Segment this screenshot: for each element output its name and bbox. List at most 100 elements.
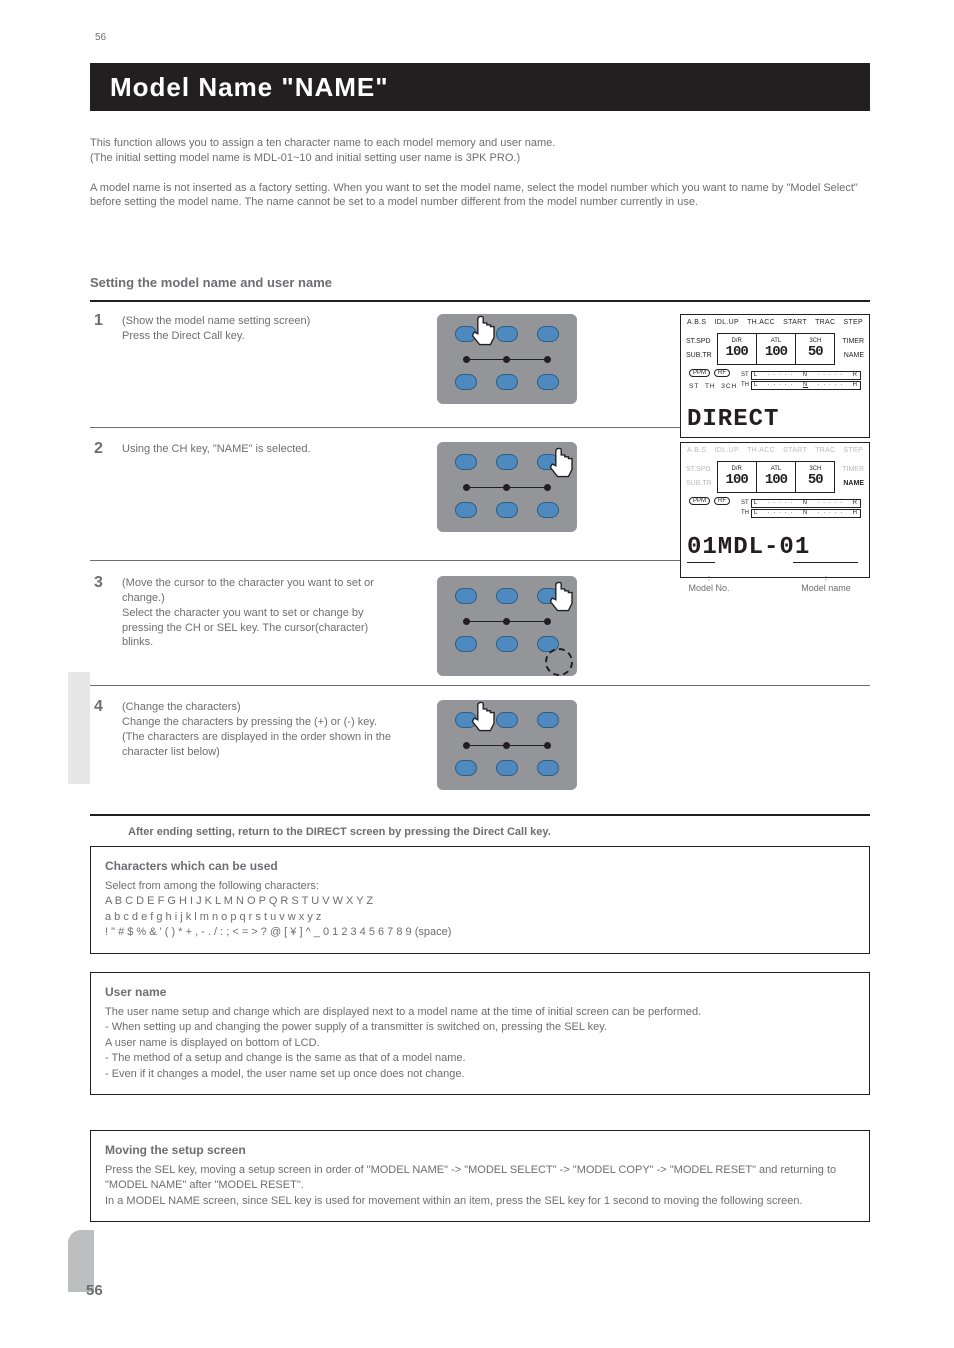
lcd-top-label: START bbox=[783, 447, 807, 454]
lcd-cell-value: 100 bbox=[726, 344, 748, 360]
lcd-left-label: SUB.TR bbox=[686, 477, 712, 491]
side-tab-light bbox=[68, 672, 90, 784]
lcd-rf-badge: RF bbox=[714, 497, 730, 505]
step-3-line-b: Select the character you want to set or … bbox=[122, 606, 402, 651]
characters-box: Characters which can be used Select from… bbox=[90, 846, 870, 954]
step-number: 1 bbox=[90, 306, 122, 438]
lcd-bar-label: TH bbox=[741, 380, 749, 390]
lcd-bar-label: ST bbox=[741, 498, 749, 508]
keypad-diagram bbox=[402, 434, 612, 578]
hand-pointer-icon bbox=[467, 698, 503, 738]
lcd-cell-value: 100 bbox=[765, 472, 787, 488]
step-number: 3 bbox=[90, 568, 122, 676]
lcd-top-label: IDL.UP bbox=[715, 447, 739, 454]
lcd-top-label: TRAC bbox=[815, 319, 835, 326]
lcd-rf-badge: RF bbox=[714, 369, 730, 377]
lcd-bar-label: TH bbox=[741, 508, 749, 518]
dashed-highlight-icon bbox=[545, 648, 573, 676]
intro-text: This function allows you to assign a ten… bbox=[90, 136, 870, 210]
intro-p2: (The initial setting model name is MDL-0… bbox=[90, 151, 870, 166]
return-instruction: After ending setting, return to the DIRE… bbox=[128, 826, 551, 838]
lcd-top-label: STEP bbox=[844, 447, 863, 454]
lcd-top-label: TRAC bbox=[815, 447, 835, 454]
step-3-line-a: (Move the cursor to the character you wa… bbox=[122, 576, 402, 606]
lcd-bottom-text: 01MDL-01 bbox=[687, 534, 863, 561]
lcd-top-label: START bbox=[783, 319, 807, 326]
keypad-diagram bbox=[402, 306, 612, 438]
lcd-right-label: NAME bbox=[842, 349, 864, 363]
step-number: 4 bbox=[90, 692, 122, 790]
step-text: Using the CH key, "NAME" is selected. bbox=[122, 434, 402, 578]
lcd-screen-1: A.B.S IDL.UP TH.ACC START TRAC STEP ST.S… bbox=[680, 314, 870, 438]
lcd-bar-l: L bbox=[754, 508, 758, 518]
divider bbox=[90, 814, 870, 816]
lcd-bar-l: L bbox=[754, 370, 758, 380]
lcd-top-label: IDL.UP bbox=[715, 319, 739, 326]
header-title: Model Name "NAME" bbox=[110, 72, 389, 103]
step-1-row: 1 (Show the model name setting screen) P… bbox=[90, 306, 870, 438]
steps-header: Setting the model name and user name bbox=[90, 275, 870, 290]
lcd-ppm-badge: PPM bbox=[689, 369, 710, 377]
box3-title: Moving the setup screen bbox=[105, 1143, 855, 1157]
lcd-bar-l: L bbox=[754, 380, 758, 390]
step-3-row: 3 (Move the cursor to the character you … bbox=[90, 568, 870, 676]
step-text: (Move the cursor to the character you wa… bbox=[122, 568, 402, 676]
divider bbox=[90, 685, 870, 686]
lcd-right-label: TIMER bbox=[842, 335, 864, 349]
step-1-line-b: Press the Direct Call key. bbox=[122, 329, 402, 344]
hand-pointer-icon bbox=[467, 312, 503, 352]
user-name-box: User name The user name setup and change… bbox=[90, 972, 870, 1095]
hand-pointer-icon bbox=[545, 578, 581, 618]
lcd-bar-n: N bbox=[803, 380, 808, 390]
step-text: (Change the characters) Change the chara… bbox=[122, 692, 402, 790]
lcd-th-label: TH bbox=[705, 383, 716, 390]
header-bar: Model Name "NAME" bbox=[90, 63, 870, 111]
lcd-3ch-label: 3CH bbox=[721, 383, 737, 390]
step-4-line-a: (Change the characters) bbox=[122, 700, 402, 715]
keypad-diagram bbox=[402, 692, 612, 790]
keypad-diagram bbox=[402, 568, 612, 676]
lcd-cell-value: 100 bbox=[726, 472, 748, 488]
intro-p3: A model name is not inserted as a factor… bbox=[90, 181, 870, 211]
page-number-top: 56 bbox=[95, 32, 106, 43]
lcd-right-label: TIMER bbox=[842, 463, 864, 477]
lcd-left-label: SUB.TR bbox=[686, 349, 712, 363]
page-number-footer: 56 bbox=[86, 1282, 103, 1299]
step-4-row: 4 (Change the characters) Change the cha… bbox=[90, 692, 870, 790]
step-4-line-b: Change the characters by pressing the (+… bbox=[122, 715, 402, 730]
step-2-row: 2 Using the CH key, "NAME" is selected. … bbox=[90, 434, 870, 578]
step-text: (Show the model name setting screen) Pre… bbox=[122, 306, 402, 438]
step-2-line-a: Using the CH key, "NAME" is selected. bbox=[122, 442, 402, 457]
lcd-bar-n: N bbox=[803, 508, 808, 518]
moving-setup-box: Moving the setup screen Press the SEL ke… bbox=[90, 1130, 870, 1222]
lcd-bar-n: N bbox=[803, 498, 808, 508]
lcd-bar-r: R bbox=[853, 498, 858, 508]
intro-p1: This function allows you to assign a ten… bbox=[90, 136, 870, 151]
lcd-bar-label: ST bbox=[741, 370, 749, 380]
lcd-screen-2: A.B.S IDL.UP TH.ACC START TRAC STEP ST.S… bbox=[680, 442, 870, 578]
lcd-cell-value: 100 bbox=[765, 344, 787, 360]
lcd-cell-value: 50 bbox=[808, 344, 823, 360]
lcd-top-label: A.B.S bbox=[687, 447, 706, 454]
box3-body: Press the SEL key, moving a setup screen… bbox=[105, 1163, 855, 1209]
lcd-top-label: STEP bbox=[844, 319, 863, 326]
box1-body: Select from among the following characte… bbox=[105, 879, 855, 941]
lcd-bar-l: L bbox=[754, 498, 758, 508]
lcd-bar-n: N bbox=[803, 370, 808, 380]
box1-title: Characters which can be used bbox=[105, 859, 855, 873]
box2-title: User name bbox=[105, 985, 855, 999]
step-4-line-c: (The characters are displayed in the ord… bbox=[122, 730, 402, 760]
lcd-bar-h: H bbox=[853, 380, 858, 390]
lcd-bar-h: H bbox=[853, 508, 858, 518]
lcd-cell-value: 50 bbox=[808, 472, 823, 488]
divider bbox=[90, 300, 870, 302]
step-1-line-a: (Show the model name setting screen) bbox=[122, 314, 402, 329]
lcd-right-label: NAME bbox=[842, 477, 864, 491]
lcd-st-label: ST bbox=[689, 383, 699, 390]
lcd-top-label: TH.ACC bbox=[747, 447, 775, 454]
step-number: 2 bbox=[90, 434, 122, 578]
lcd-top-label: A.B.S bbox=[687, 319, 706, 326]
box2-body: The user name setup and change which are… bbox=[105, 1005, 855, 1082]
lcd-top-label: TH.ACC bbox=[747, 319, 775, 326]
lcd-ppm-badge: PPM bbox=[689, 497, 710, 505]
